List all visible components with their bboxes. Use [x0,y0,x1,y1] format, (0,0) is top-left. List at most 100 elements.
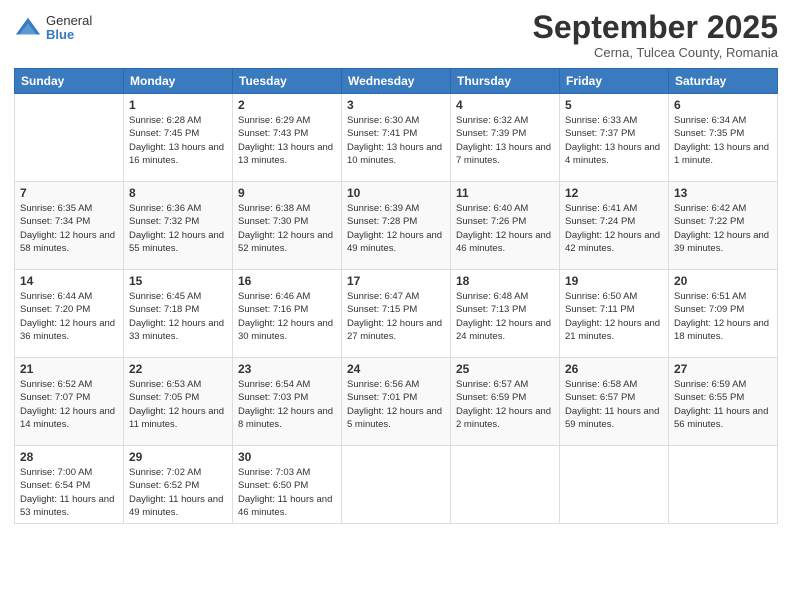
calendar-cell: 22 Sunrise: 6:53 AMSunset: 7:05 PMDayligh… [124,358,233,446]
calendar-cell: 24 Sunrise: 6:56 AMSunset: 7:01 PMDayligh… [342,358,451,446]
day-number: 4 [456,98,554,112]
day-info: Sunrise: 6:46 AMSunset: 7:16 PMDaylight:… [238,290,336,343]
weekday-header-wednesday: Wednesday [342,69,451,94]
calendar-table: SundayMondayTuesdayWednesdayThursdayFrid… [14,68,778,524]
day-info: Sunrise: 6:38 AMSunset: 7:30 PMDaylight:… [238,202,336,255]
day-number: 28 [20,450,118,464]
day-info: Sunrise: 6:39 AMSunset: 7:28 PMDaylight:… [347,202,445,255]
day-number: 8 [129,186,227,200]
day-number: 2 [238,98,336,112]
day-info: Sunrise: 6:53 AMSunset: 7:05 PMDaylight:… [129,378,227,431]
calendar-cell: 7 Sunrise: 6:35 AMSunset: 7:34 PMDaylight… [15,182,124,270]
calendar-cell: 30 Sunrise: 7:03 AMSunset: 6:50 PMDayligh… [233,446,342,524]
weekday-header-thursday: Thursday [451,69,560,94]
calendar-cell: 16 Sunrise: 6:46 AMSunset: 7:16 PMDayligh… [233,270,342,358]
day-info: Sunrise: 6:40 AMSunset: 7:26 PMDaylight:… [456,202,554,255]
calendar-cell: 13Sunrise: 6:42 AMSunset: 7:22 PMDayligh… [669,182,778,270]
calendar-cell: 4 Sunrise: 6:32 AMSunset: 7:39 PMDaylight… [451,94,560,182]
day-number: 29 [129,450,227,464]
day-info: Sunrise: 6:58 AMSunset: 6:57 PMDaylight:… [565,378,663,431]
calendar-cell [669,446,778,524]
logo-blue-text: Blue [46,28,92,42]
day-info: Sunrise: 6:57 AMSunset: 6:59 PMDaylight:… [456,378,554,431]
day-number: 21 [20,362,118,376]
calendar-cell: 8 Sunrise: 6:36 AMSunset: 7:32 PMDaylight… [124,182,233,270]
day-number: 1 [129,98,227,112]
title-block: September 2025 Cerna, Tulcea County, Rom… [533,10,778,60]
weekday-header-row: SundayMondayTuesdayWednesdayThursdayFrid… [15,69,778,94]
calendar-week-5: 28 Sunrise: 7:00 AMSunset: 6:54 PMDayligh… [15,446,778,524]
calendar-cell: 27 Sunrise: 6:59 AMSunset: 6:55 PMDayligh… [669,358,778,446]
day-info: Sunrise: 6:32 AMSunset: 7:39 PMDaylight:… [456,114,554,167]
day-info: Sunrise: 6:50 AMSunset: 7:11 PMDaylight:… [565,290,663,343]
day-number: 11 [456,186,554,200]
logo-icon [14,14,42,42]
calendar-cell: 29Sunrise: 7:02 AMSunset: 6:52 PMDayligh… [124,446,233,524]
day-number: 20 [674,274,772,288]
weekday-header-sunday: Sunday [15,69,124,94]
day-info: Sunrise: 6:56 AMSunset: 7:01 PMDaylight:… [347,378,445,431]
calendar-cell: 28 Sunrise: 7:00 AMSunset: 6:54 PMDayligh… [15,446,124,524]
calendar-cell: 1 Sunrise: 6:28 AMSunset: 7:45 PMDaylight… [124,94,233,182]
day-number: 15 [129,274,227,288]
weekday-header-monday: Monday [124,69,233,94]
day-number: 5 [565,98,663,112]
calendar-cell: 5Sunrise: 6:33 AMSunset: 7:37 PMDaylight… [560,94,669,182]
calendar-week-4: 21 Sunrise: 6:52 AMSunset: 7:07 PMDayligh… [15,358,778,446]
logo-general-text: General [46,14,92,28]
calendar-cell: 14 Sunrise: 6:44 AMSunset: 7:20 PMDayligh… [15,270,124,358]
day-number: 3 [347,98,445,112]
day-number: 27 [674,362,772,376]
calendar-cell [342,446,451,524]
day-number: 18 [456,274,554,288]
location-subtitle: Cerna, Tulcea County, Romania [533,45,778,60]
day-info: Sunrise: 6:34 AMSunset: 7:35 PMDaylight:… [674,114,772,167]
day-number: 30 [238,450,336,464]
weekday-header-saturday: Saturday [669,69,778,94]
calendar-cell: 23Sunrise: 6:54 AMSunset: 7:03 PMDayligh… [233,358,342,446]
calendar-week-3: 14 Sunrise: 6:44 AMSunset: 7:20 PMDayligh… [15,270,778,358]
day-number: 6 [674,98,772,112]
day-info: Sunrise: 7:03 AMSunset: 6:50 PMDaylight:… [238,466,336,519]
day-number: 19 [565,274,663,288]
calendar-cell: 11 Sunrise: 6:40 AMSunset: 7:26 PMDayligh… [451,182,560,270]
day-info: Sunrise: 6:44 AMSunset: 7:20 PMDaylight:… [20,290,118,343]
day-number: 16 [238,274,336,288]
logo-text: General Blue [46,14,92,43]
day-number: 26 [565,362,663,376]
day-number: 14 [20,274,118,288]
day-number: 22 [129,362,227,376]
calendar-week-1: 1 Sunrise: 6:28 AMSunset: 7:45 PMDaylight… [15,94,778,182]
day-number: 24 [347,362,445,376]
day-info: Sunrise: 6:59 AMSunset: 6:55 PMDaylight:… [674,378,772,431]
day-number: 7 [20,186,118,200]
calendar-cell: 3 Sunrise: 6:30 AMSunset: 7:41 PMDaylight… [342,94,451,182]
day-info: Sunrise: 6:35 AMSunset: 7:34 PMDaylight:… [20,202,118,255]
day-info: Sunrise: 6:36 AMSunset: 7:32 PMDaylight:… [129,202,227,255]
page: General Blue September 2025 Cerna, Tulce… [0,0,792,612]
calendar-cell: 21 Sunrise: 6:52 AMSunset: 7:07 PMDayligh… [15,358,124,446]
calendar-cell: 25 Sunrise: 6:57 AMSunset: 6:59 PMDayligh… [451,358,560,446]
calendar-cell: 26 Sunrise: 6:58 AMSunset: 6:57 PMDayligh… [560,358,669,446]
header: General Blue September 2025 Cerna, Tulce… [14,10,778,60]
month-title: September 2025 [533,10,778,45]
day-info: Sunrise: 6:41 AMSunset: 7:24 PMDaylight:… [565,202,663,255]
calendar-week-2: 7 Sunrise: 6:35 AMSunset: 7:34 PMDaylight… [15,182,778,270]
day-info: Sunrise: 6:30 AMSunset: 7:41 PMDaylight:… [347,114,445,167]
day-number: 12 [565,186,663,200]
day-number: 25 [456,362,554,376]
day-number: 13 [674,186,772,200]
day-info: Sunrise: 7:00 AMSunset: 6:54 PMDaylight:… [20,466,118,519]
day-info: Sunrise: 6:52 AMSunset: 7:07 PMDaylight:… [20,378,118,431]
calendar-cell [15,94,124,182]
calendar-cell: 19 Sunrise: 6:50 AMSunset: 7:11 PMDayligh… [560,270,669,358]
day-info: Sunrise: 6:54 AMSunset: 7:03 PMDaylight:… [238,378,336,431]
calendar-cell: 18Sunrise: 6:48 AMSunset: 7:13 PMDayligh… [451,270,560,358]
logo: General Blue [14,14,92,43]
day-info: Sunrise: 6:28 AMSunset: 7:45 PMDaylight:… [129,114,227,167]
day-number: 10 [347,186,445,200]
calendar-cell [560,446,669,524]
day-number: 17 [347,274,445,288]
calendar-cell: 20Sunrise: 6:51 AMSunset: 7:09 PMDayligh… [669,270,778,358]
day-info: Sunrise: 6:47 AMSunset: 7:15 PMDaylight:… [347,290,445,343]
